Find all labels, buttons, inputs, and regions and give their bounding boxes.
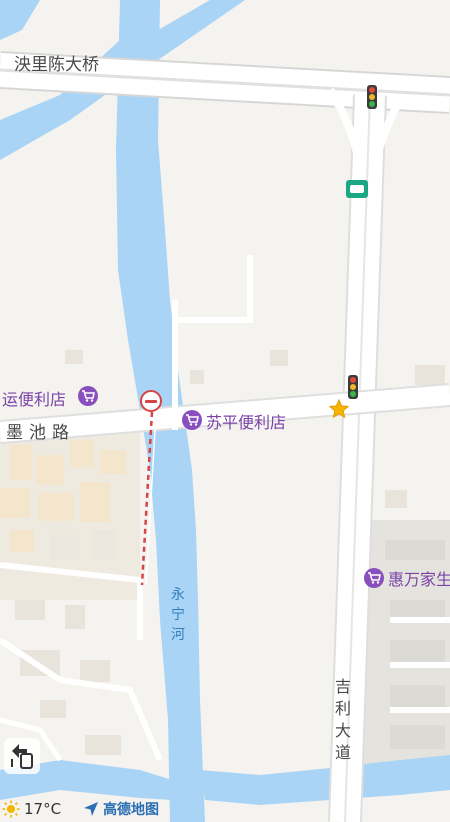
route-switch-button[interactable] [4, 738, 40, 774]
poi-label-huiwan[interactable]: 惠万家生 [388, 566, 450, 590]
river-label: 永宁河 [171, 587, 185, 643]
app-brand-logo: 高德地图 [103, 802, 160, 818]
sun-icon [2, 800, 20, 818]
bus-stop-icon[interactable] [346, 180, 368, 198]
shopping-cart-icon[interactable] [78, 386, 98, 406]
shopping-cart-icon[interactable] [364, 568, 384, 588]
bottom-status-bar: 17°C 高德地图 [0, 796, 450, 822]
star-icon[interactable] [328, 398, 350, 420]
poi-label-yun[interactable]: 运便利店 [2, 386, 66, 410]
road-label-bridge: 泱里陈大桥 [14, 55, 99, 75]
traffic-light-icon [367, 85, 377, 109]
no-entry-icon[interactable] [140, 390, 162, 412]
traffic-light-icon [348, 375, 358, 399]
navigation-arrow-icon [83, 801, 99, 817]
road-label-mochi: 墨池路 [6, 423, 75, 443]
road-label-jili: 吉利大道 [334, 677, 351, 762]
route-switch-icon [11, 744, 33, 769]
shopping-cart-icon[interactable] [182, 410, 202, 430]
temperature: 17°C [24, 800, 62, 818]
poi-label-suping[interactable]: 苏平便利店 [206, 409, 286, 433]
map-view[interactable]: 泱里陈大桥 运便利店 墨池路 苏平便利店 惠万家生 永宁河 吉利大道 17°C … [0, 0, 450, 822]
